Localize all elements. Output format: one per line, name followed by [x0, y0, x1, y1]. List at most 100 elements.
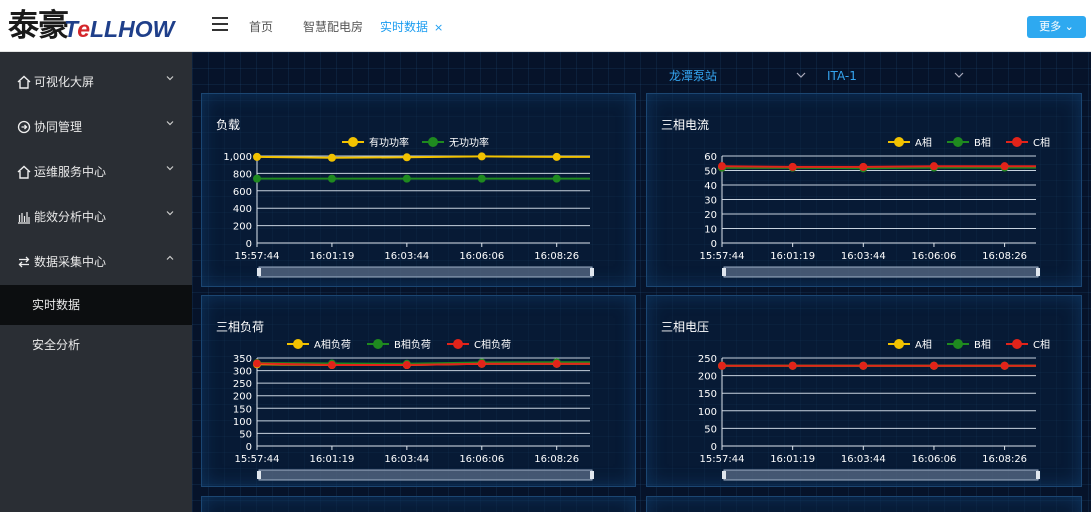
tab-smart-power-room[interactable]: 智慧配电房 — [303, 19, 363, 35]
chevron-down-icon — [166, 166, 174, 171]
sidebar: 可视化大屏 协同管理 运维服务中心 能效分析中心 数据采集中心 实时数据 安全分… — [0, 52, 192, 512]
data-point — [477, 152, 486, 161]
chevron-up-icon — [166, 255, 174, 260]
x-tick-label: 16:06:06 — [459, 454, 504, 465]
sidebar-subitem-safety-analysis[interactable]: 安全分析 — [0, 325, 192, 365]
y-tick-label: 0 — [246, 442, 252, 453]
x-tick-label: 16:03:44 — [384, 251, 429, 262]
y-tick-label: 0 — [246, 239, 252, 250]
zoom-slider-track — [258, 469, 593, 481]
legend-marker — [1012, 137, 1022, 147]
series-line — [721, 165, 1036, 168]
sidebar-item-collaboration[interactable]: 协同管理 — [0, 105, 192, 150]
legend-label: C相负荷 — [474, 338, 511, 351]
tab-home[interactable]: 首页 — [249, 19, 273, 35]
station-select[interactable]: 龙潭泵站 — [669, 68, 809, 84]
data-point — [253, 359, 261, 368]
zoom-handle-left — [257, 268, 261, 276]
x-tick-label: 16:08:26 — [982, 454, 1027, 465]
menu-toggle-icon[interactable] — [212, 17, 228, 31]
y-tick-label: 0 — [711, 442, 717, 453]
brand-logo[interactable]: 泰豪 TeLLHOW — [8, 8, 186, 44]
sidebar-item-label: 数据采集中心 — [34, 255, 107, 269]
y-tick-label: 10 — [704, 225, 717, 236]
station-select-value: 龙潭泵站 — [669, 69, 718, 83]
y-tick-label: 50 — [704, 424, 717, 435]
data-point — [402, 153, 411, 162]
y-tick-label: 20 — [704, 210, 717, 221]
legend-label: C相 — [1033, 136, 1050, 149]
y-tick-label: 600 — [233, 187, 252, 198]
legend-label: C相 — [1033, 338, 1050, 351]
legend-marker — [428, 137, 438, 147]
more-button[interactable]: 更多 ⌄ — [1027, 16, 1086, 38]
zoom-handle-left — [722, 471, 726, 479]
zoom-handle-left — [257, 471, 261, 479]
x-tick-label: 16:08:26 — [534, 454, 579, 465]
sidebar-item-maintenance-center[interactable]: 运维服务中心 — [0, 150, 192, 195]
legend-marker — [953, 137, 963, 147]
x-tick-label: 16:06:06 — [459, 251, 504, 262]
home-icon — [17, 165, 31, 179]
y-tick-label: 250 — [698, 354, 717, 365]
x-tick-label: 15:57:44 — [700, 454, 745, 465]
legend-label: 有功功率 — [369, 136, 409, 149]
data-point — [552, 359, 561, 368]
sidebar-item-label: 能效分析中心 — [34, 210, 107, 224]
load-line-chart: 1,000 800 600 400 200 015:57:44 16:01:19 16:03:… — [223, 136, 594, 278]
y-tick-label: 250 — [233, 379, 252, 390]
swap-icon — [18, 256, 30, 268]
chart-panel-partial — [646, 496, 1082, 512]
device-select[interactable]: ITA-1 — [827, 68, 967, 84]
chevron-down-icon — [166, 76, 174, 81]
sidebar-item-data-collection[interactable]: 数据采集中心 — [0, 240, 192, 285]
logo-english-text: TeLLHOW — [64, 16, 175, 42]
bar-chart-icon — [18, 212, 30, 224]
y-tick-label: 200 — [233, 222, 252, 233]
chart-panel-three-phase-load: 三相负荷 350 300 250 200 150 100 50 0 15:57:44 16:01:… — [201, 295, 636, 487]
tab-close-icon[interactable]: × — [434, 21, 443, 34]
data-point — [1000, 162, 1009, 171]
y-tick-label: 1,000 — [223, 152, 252, 163]
y-tick-label: 50 — [704, 167, 717, 178]
chevron-down-icon — [796, 72, 806, 78]
data-point — [477, 174, 486, 183]
chevron-down-icon — [166, 211, 174, 216]
sidebar-item-visual-screen[interactable]: 可视化大屏 — [0, 60, 192, 105]
data-point — [327, 174, 336, 183]
sidebar-item-energy-analysis[interactable]: 能效分析中心 — [0, 195, 192, 240]
tab-realtime-data[interactable]: 实时数据 × — [380, 19, 443, 36]
y-tick-label: 30 — [704, 196, 717, 207]
top-header: 泰豪 TeLLHOW 首页 智慧配电房 实时数据 × 更多 ⌄ — [0, 0, 1091, 52]
zoom-handle-right — [590, 268, 594, 276]
sidebar-item-label: 可视化大屏 — [34, 75, 95, 89]
x-tick-label: 16:01:19 — [770, 251, 815, 262]
chart-panel-three-phase-voltage: 三相电压 250 200 150 100 50 0 15:57:44 16:01:19 16:0… — [646, 295, 1082, 487]
data-point — [788, 361, 797, 370]
chart-panel-partial — [201, 496, 636, 512]
zoom-handle-right — [1036, 268, 1040, 276]
x-tick-label: 15:57:44 — [235, 251, 280, 262]
x-tick-label: 16:01:19 — [770, 454, 815, 465]
data-point — [929, 162, 938, 171]
data-point — [718, 162, 726, 171]
x-tick-label: 16:06:06 — [911, 251, 956, 262]
data-point — [929, 361, 938, 370]
y-tick-label: 350 — [233, 354, 252, 365]
legend-marker — [373, 339, 383, 349]
data-point — [859, 361, 868, 370]
legend-label: 无功功率 — [449, 136, 489, 149]
sidebar-subitem-label: 安全分析 — [32, 338, 81, 352]
zoom-handle-right — [1036, 471, 1040, 479]
y-tick-label: 100 — [698, 407, 717, 418]
more-button-label: 更多 — [1039, 20, 1062, 33]
device-select-value: ITA-1 — [827, 69, 857, 83]
sidebar-subitem-realtime-data[interactable]: 实时数据 — [0, 285, 192, 325]
y-tick-label: 40 — [704, 181, 717, 192]
chevron-down-icon: ⌄ — [1064, 20, 1074, 33]
zoom-handle-right — [590, 471, 594, 479]
legend-marker — [894, 339, 904, 349]
y-tick-label: 60 — [704, 152, 717, 163]
y-tick-label: 150 — [233, 404, 252, 415]
data-point — [402, 174, 411, 183]
